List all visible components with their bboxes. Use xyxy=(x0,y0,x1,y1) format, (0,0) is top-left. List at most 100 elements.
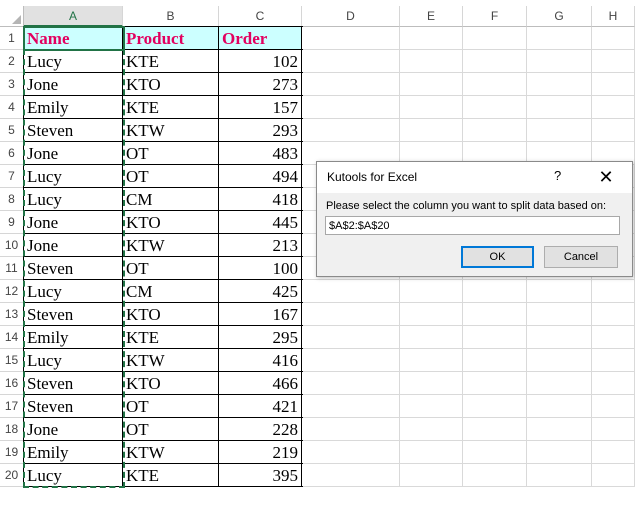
table-cell[interactable]: OT xyxy=(123,165,219,188)
table-cell[interactable]: Steven xyxy=(24,257,123,280)
header-cell[interactable]: Product xyxy=(123,27,219,50)
select-all-button[interactable] xyxy=(0,6,24,27)
table-border xyxy=(218,27,219,487)
help-icon[interactable]: ? xyxy=(554,168,561,183)
table-cell[interactable]: Lucy xyxy=(24,280,123,303)
table-cell[interactable]: OT xyxy=(123,142,219,165)
column-header-f[interactable]: F xyxy=(463,6,527,27)
row-header-9[interactable]: 9 xyxy=(0,211,24,234)
row-header-10[interactable]: 10 xyxy=(0,234,24,257)
table-cell[interactable]: KTW xyxy=(123,119,219,142)
table-cell[interactable]: 466 xyxy=(219,372,302,395)
table-cell[interactable]: Jone xyxy=(24,142,123,165)
table-cell[interactable]: 295 xyxy=(219,326,302,349)
table-cell[interactable]: KTO xyxy=(123,211,219,234)
column-header-g[interactable]: G xyxy=(527,6,592,27)
row-header-8[interactable]: 8 xyxy=(0,188,24,211)
table-cell[interactable]: Jone xyxy=(24,73,123,96)
table-cell[interactable]: KTW xyxy=(123,441,219,464)
row-header-4[interactable]: 4 xyxy=(0,96,24,119)
table-cell[interactable]: 425 xyxy=(219,280,302,303)
column-header-d[interactable]: D xyxy=(302,6,400,27)
row-header-18[interactable]: 18 xyxy=(0,418,24,441)
row-header-6[interactable]: 6 xyxy=(0,142,24,165)
table-cell[interactable]: OT xyxy=(123,257,219,280)
column-header-a[interactable]: A xyxy=(24,6,123,27)
row-header-19[interactable]: 19 xyxy=(0,441,24,464)
column-header-e[interactable]: E xyxy=(400,6,463,27)
row-header-16[interactable]: 16 xyxy=(0,372,24,395)
table-cell[interactable]: Emily xyxy=(24,441,123,464)
dialog-title-bar[interactable]: Kutools for Excel ? ✕ xyxy=(317,162,632,193)
column-header-c[interactable]: C xyxy=(219,6,302,27)
table-cell[interactable]: Steven xyxy=(24,395,123,418)
table-border xyxy=(23,348,303,349)
row-header-13[interactable]: 13 xyxy=(0,303,24,326)
row-header-17[interactable]: 17 xyxy=(0,395,24,418)
column-header-h[interactable]: H xyxy=(592,6,635,27)
close-icon[interactable]: ✕ xyxy=(594,165,618,189)
table-cell[interactable]: Steven xyxy=(24,119,123,142)
table-cell[interactable]: KTO xyxy=(123,372,219,395)
table-cell[interactable]: Jone xyxy=(24,211,123,234)
table-cell[interactable]: 273 xyxy=(219,73,302,96)
table-cell[interactable]: KTW xyxy=(123,234,219,257)
table-cell[interactable]: Jone xyxy=(24,418,123,441)
table-cell[interactable]: 213 xyxy=(219,234,302,257)
table-cell[interactable]: 418 xyxy=(219,188,302,211)
table-cell[interactable]: 228 xyxy=(219,418,302,441)
table-border xyxy=(23,49,303,50)
header-cell[interactable]: Order xyxy=(219,27,302,50)
row-header-11[interactable]: 11 xyxy=(0,257,24,280)
table-cell[interactable]: OT xyxy=(123,418,219,441)
table-cell[interactable]: 445 xyxy=(219,211,302,234)
row-header-12[interactable]: 12 xyxy=(0,280,24,303)
table-cell[interactable]: Lucy xyxy=(24,50,123,73)
row-header-5[interactable]: 5 xyxy=(0,119,24,142)
table-cell[interactable]: Lucy xyxy=(24,349,123,372)
table-cell[interactable]: 416 xyxy=(219,349,302,372)
header-cell[interactable]: Name xyxy=(24,27,123,50)
table-cell[interactable]: KTE xyxy=(123,326,219,349)
table-cell[interactable]: 100 xyxy=(219,257,302,280)
table-cell[interactable]: 219 xyxy=(219,441,302,464)
table-cell[interactable]: Steven xyxy=(24,372,123,395)
table-cell[interactable]: 395 xyxy=(219,464,302,487)
table-cell[interactable]: KTE xyxy=(123,464,219,487)
table-cell[interactable]: CM xyxy=(123,188,219,211)
row-header-2[interactable]: 2 xyxy=(0,50,24,73)
table-cell[interactable]: KTO xyxy=(123,73,219,96)
row-header-14[interactable]: 14 xyxy=(0,326,24,349)
table-cell[interactable]: OT xyxy=(123,395,219,418)
ok-button[interactable]: OK xyxy=(461,246,534,268)
table-cell[interactable]: Lucy xyxy=(24,464,123,487)
table-cell[interactable]: 421 xyxy=(219,395,302,418)
table-border xyxy=(122,27,123,487)
table-cell[interactable]: Emily xyxy=(24,326,123,349)
table-cell[interactable]: KTE xyxy=(123,96,219,119)
row-header-20[interactable]: 20 xyxy=(0,464,24,487)
range-input[interactable] xyxy=(325,216,620,235)
table-cell[interactable]: Lucy xyxy=(24,165,123,188)
row-header-7[interactable]: 7 xyxy=(0,165,24,188)
table-cell[interactable]: KTW xyxy=(123,349,219,372)
row-header-15[interactable]: 15 xyxy=(0,349,24,372)
table-cell[interactable]: 102 xyxy=(219,50,302,73)
table-cell[interactable]: CM xyxy=(123,280,219,303)
table-cell[interactable]: Steven xyxy=(24,303,123,326)
table-cell[interactable]: KTE xyxy=(123,50,219,73)
table-cell[interactable]: 293 xyxy=(219,119,302,142)
column-header-b[interactable]: B xyxy=(123,6,219,27)
row-header-1[interactable]: 1 xyxy=(0,27,24,50)
table-cell[interactable]: Lucy xyxy=(24,188,123,211)
table-border xyxy=(23,164,303,165)
table-cell[interactable]: 157 xyxy=(219,96,302,119)
table-cell[interactable]: 483 xyxy=(219,142,302,165)
table-cell[interactable]: 494 xyxy=(219,165,302,188)
cancel-button[interactable]: Cancel xyxy=(544,246,618,268)
table-cell[interactable]: 167 xyxy=(219,303,302,326)
table-cell[interactable]: Jone xyxy=(24,234,123,257)
table-cell[interactable]: Emily xyxy=(24,96,123,119)
table-cell[interactable]: KTO xyxy=(123,303,219,326)
row-header-3[interactable]: 3 xyxy=(0,73,24,96)
